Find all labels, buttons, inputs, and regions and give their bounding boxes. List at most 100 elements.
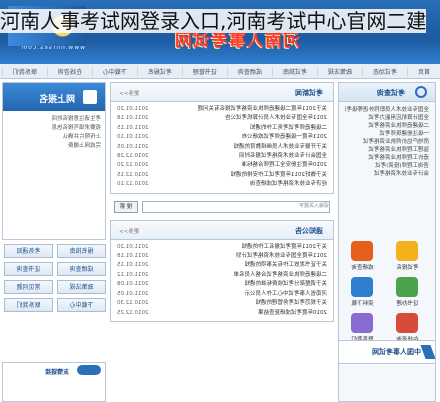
quick-icon-label: 成绩查询 [351, 265, 374, 271]
link-button[interactable]: 联系我们 [4, 298, 53, 312]
exam-list-item[interactable]: 房地产估价师执业资格考试 [345, 138, 429, 146]
list-item[interactable]: 二级建造师考试考务工作的通知 2011.01.15 [117, 124, 327, 133]
exam-query-title: 考试查询 [377, 89, 405, 97]
search-button[interactable]: 搜 索 [114, 200, 138, 213]
list-item[interactable]: 2011年度全国专业技术资格考试计划 2011.01.18 [117, 252, 327, 261]
news-more-link[interactable]: 更多>> [119, 89, 139, 97]
exam-list-item[interactable]: 会计专业技术资格考试 [345, 170, 429, 178]
list-item[interactable]: 关于证书发放工作有关事项的通知 2011.01.15 [117, 261, 327, 270]
news-title: 考试新闻 [295, 89, 323, 97]
quick-icon-tile[interactable]: 成绩查询 [343, 241, 382, 271]
exam-list-item[interactable]: 全国计算机应用能力考试 [345, 114, 429, 122]
list-item-date: 2011.01.15 [117, 262, 149, 269]
list-item-title: 全国会计专业技术资格考试报名时间 [238, 153, 327, 160]
signup-line: 完成网上缴费 [67, 143, 101, 149]
notice-panel: 通知公告 更多>> 关于2011年度考试报名工作的通知 2011.01.20 201… [110, 219, 334, 322]
exam-list-item[interactable]: 监理工程师执业资格考试 [345, 146, 429, 154]
list-item-title: 2011年度一级建造师考试成绩公布 [241, 134, 328, 141]
news-panel: 考试新闻 更多>> 关于2011年度二级建造师执业资格考试报名有关问题 2011.… [110, 82, 334, 194]
quick-icon-tile[interactable]: 考试报名 [388, 241, 427, 271]
quick-icon-tile[interactable]: 证书办理 [388, 277, 427, 307]
exam-list-item[interactable]: 二级建造师执业资格考试 [345, 122, 429, 130]
ad-text: 中国人事考试网 [372, 348, 421, 356]
link-button-row: 成绩查询 证书查询 [4, 262, 106, 276]
link-button[interactable]: 报名指南 [57, 244, 106, 258]
quick-icon-tile[interactable]: 联系我们 [343, 313, 382, 343]
right-sidebar: 网上报名 考生请注意报名时间 按要求填写报名信息 上传照片并确认 完成网上缴费 报名指… [2, 82, 106, 402]
list-item[interactable]: 关于调整部分考试收费标准的通知 2011.01.08 [117, 280, 327, 289]
download-icon [351, 277, 374, 297]
list-item-date: 2011.01.05 [117, 290, 149, 297]
list-item-date: 2010.12.15 [117, 171, 149, 178]
signup-body: 考生请注意报名时间 按要求填写报名信息 上传照片并确认 完成网上缴费 [3, 111, 105, 155]
list-item[interactable]: 2011年全国专业技术人员计算机考试公告 2011.01.18 [117, 114, 327, 123]
list-item-date: 2011.01.12 [117, 271, 149, 278]
search-input[interactable]: 请输入关键字 [142, 200, 330, 213]
link-button[interactable]: 考务通知 [4, 244, 53, 258]
exam-list-item[interactable]: 全国专业技术人员职称外语等级考试 [345, 106, 429, 114]
list-item-title: 2010年度考试成绩复查结果 [258, 309, 327, 316]
list-item[interactable]: 关于做好2011年度考试工作安排的通知 2010.12.15 [117, 171, 327, 180]
pen-icon [396, 241, 419, 261]
list-item-date: 2011.01.20 [117, 243, 149, 250]
list-item-title: 关于开展专业技术人员继续教育的通知 [233, 143, 327, 150]
list-item[interactable]: 关于开展专业技术人员继续教育的通知 2011.01.05 [117, 143, 327, 152]
signup-header: 网上报名 [3, 83, 105, 111]
list-item-date: 2011.01.20 [117, 106, 149, 112]
quick-icon-tile[interactable]: 资料下载 [343, 277, 382, 307]
list-item-title: 关于证书发放工作有关事项的通知 [244, 262, 327, 269]
list-item[interactable]: 全国会计专业技术资格考试报名时间 2010.12.28 [117, 152, 327, 161]
list-item[interactable]: 2010年度考试成绩复查结果 2010.12.25 [117, 309, 327, 318]
quick-icon-tile[interactable]: 在线咨询 [388, 313, 427, 343]
list-item-date: 2011.01.05 [117, 143, 149, 150]
list-item-title: 经济专业技术资格考试成绩查询 [249, 181, 327, 188]
signup-icon [83, 90, 97, 104]
signup-title[interactable]: 网上报名 [39, 92, 75, 105]
link-button-row: 报名指南 考务通知 [4, 244, 106, 258]
ad-logo-icon [420, 345, 436, 359]
link-button[interactable]: 证书查询 [4, 262, 53, 276]
friend-links-title: 友情链接 [44, 369, 69, 376]
link-button[interactable]: 常见问题 [4, 280, 53, 294]
list-item-date: 2011.01.08 [117, 281, 149, 288]
list-item[interactable]: 二级建造师执业资格考试合格人员名单 2011.01.12 [117, 271, 327, 280]
list-item[interactable]: 经济专业技术资格考试成绩查询 2010.12.10 [117, 180, 327, 189]
quick-icon-grid: 考试报名 成绩查询证书办理 资料下载在线咨询联系我们 [343, 241, 427, 343]
notice-list: 关于2011年度考试报名工作的通知 2011.01.20 2011年度全国专业技术资… [111, 240, 333, 321]
list-item-title: 二级建造师考试考务工作的通知 [249, 124, 327, 131]
exam-list-item[interactable]: 咨询工程师(投资)考试 [345, 162, 429, 170]
list-item[interactable]: 河南省人事考试中心工作人员公示 2011.01.05 [117, 290, 327, 299]
list-item[interactable]: 关于2011年度二级建造师执业资格考试报名有关问题 2011.01.20 [117, 105, 327, 114]
overlay-title-text: 河南人事考试网登录入口,河南考试中心官网二建 [0, 9, 427, 33]
link-button[interactable]: 成绩查询 [57, 262, 106, 276]
list-item-title: 河南省人事考试中心工作人员公示 [244, 290, 327, 297]
link-button[interactable]: 政策法规 [57, 280, 106, 294]
list-item-title: 关于规范考试考务管理的通知 [255, 300, 327, 307]
overlay-page-title: 河南人事考试网登录入口,河南考试中心官网二建 [0, 6, 440, 70]
notice-more-link[interactable]: 更多>> [119, 227, 139, 235]
certificate-icon [396, 277, 419, 297]
list-item-title: 2011年全国专业技术人员计算机考试公告 [225, 115, 327, 122]
list-item[interactable]: 关于规范考试考务管理的通知 2010.12.30 [117, 299, 327, 308]
main-content: 考试新闻 更多>> 关于2011年度二级建造师执业资格考试报名有关问题 2011.… [110, 82, 334, 400]
link-button[interactable]: 下载中心 [57, 298, 106, 312]
list-item-date: 2010.12.30 [117, 300, 149, 307]
signup-line: 上传照片并确认 [62, 134, 101, 140]
list-item-title: 关于做好2011年度考试工作安排的通知 [230, 171, 328, 178]
list-item-date: 2011.01.18 [117, 115, 149, 122]
list-item[interactable]: 2011年度一级建造师考试成绩公布 2011.01.10 [117, 133, 327, 142]
ad-banner[interactable]: 中国人事考试网 [338, 340, 436, 364]
search-bar: 请输入关键字 搜 索 [114, 200, 330, 214]
list-item[interactable]: 2010年度注册安全工程师合格标准 2010.12.20 [117, 161, 327, 170]
list-item[interactable]: 关于2011年度考试报名工作的通知 2011.01.20 [117, 243, 327, 252]
exam-list-item[interactable]: 造价工程师执业资格考试 [345, 154, 429, 162]
list-item-date: 2010.12.10 [117, 181, 149, 188]
friend-links-badge-icon [77, 365, 101, 375]
signup-line: 考生请注意报名时间 [51, 116, 101, 122]
exam-list-item[interactable]: 一级注册建筑师考试 [345, 130, 429, 138]
list-item-title: 2010年度注册安全工程师合格标准 [241, 162, 328, 169]
list-item-date: 2010.12.25 [117, 309, 149, 316]
chart-icon [351, 241, 374, 261]
list-item-date: 2010.12.28 [117, 153, 149, 160]
news-header: 考试新闻 更多>> [111, 83, 333, 102]
